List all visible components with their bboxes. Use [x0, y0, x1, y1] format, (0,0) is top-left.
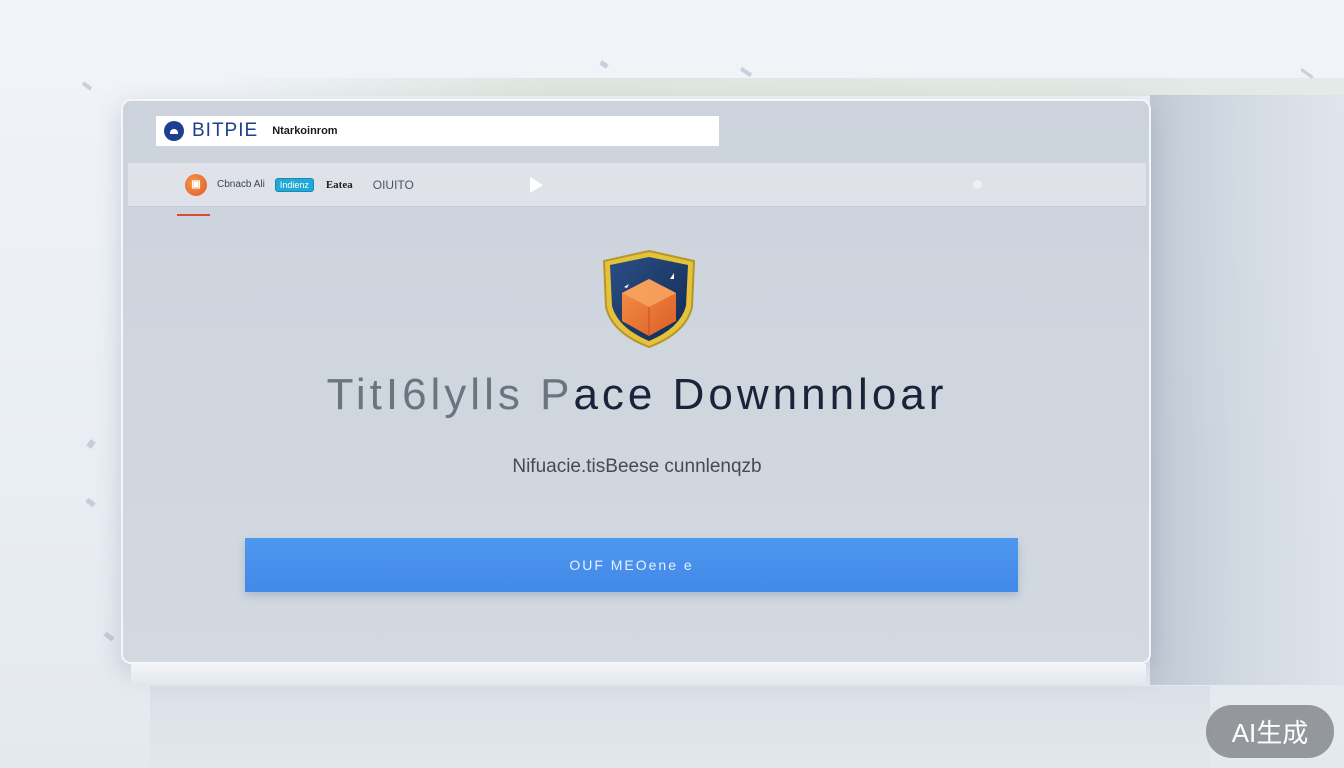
- window-base: [131, 664, 1146, 684]
- url-text[interactable]: Ntarkoinrom: [272, 125, 337, 137]
- screen-background: BITPIE Ntarkoinrom ▣ Cbnacb Ali Indienz …: [0, 0, 1344, 768]
- page-subtitle: Nifuacie.tisBeese cunnlenqzb: [512, 456, 762, 477]
- debris-speck: [599, 60, 609, 69]
- window-bottom-shadow: [150, 686, 1210, 768]
- brand-logo-icon: [164, 121, 184, 141]
- page-title-faded: TitI6lylls P: [326, 370, 574, 419]
- debris-speck: [81, 81, 93, 91]
- tab-favicon-icon[interactable]: ▣: [185, 173, 207, 196]
- background-band: [220, 78, 1344, 96]
- debris-speck: [739, 66, 753, 78]
- brand-name: BITPIE: [192, 120, 259, 141]
- tab-label[interactable]: Cbnacb Ali: [217, 179, 265, 190]
- page-title: TitI6lylls Pace Downnnloar: [128, 370, 1146, 420]
- download-button[interactable]: OUF MEOene e: [245, 538, 1018, 592]
- status-dot-icon: [973, 180, 982, 189]
- toolbar: ▣ Cbnacb Ali Indienz Eatea OIUITO: [128, 163, 1146, 207]
- play-icon[interactable]: [530, 177, 543, 193]
- shield-logo-icon: [602, 249, 696, 349]
- window-side-shadow: [1150, 95, 1344, 685]
- debris-speck: [85, 497, 96, 508]
- debris-speck: [103, 631, 115, 642]
- page-title-main: ace Downnnloar: [573, 370, 948, 419]
- address-bar[interactable]: BITPIE Ntarkoinrom: [156, 116, 719, 146]
- tab-badge[interactable]: Indienz: [274, 177, 314, 192]
- active-tab-indicator: [177, 214, 210, 216]
- menu-item-bold[interactable]: Eatea: [326, 179, 353, 191]
- debris-speck: [86, 439, 96, 449]
- ai-generated-watermark: AI生成: [1206, 705, 1334, 758]
- menu-item-light[interactable]: OIUITO: [373, 178, 414, 192]
